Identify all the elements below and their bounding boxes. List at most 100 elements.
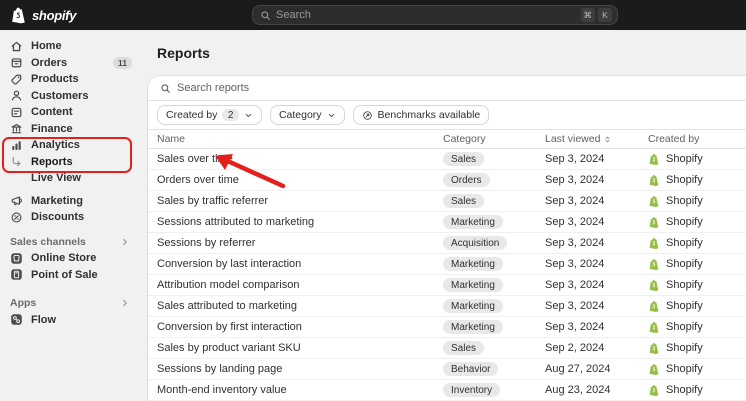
sidebar-item[interactable]: Discounts <box>0 209 140 226</box>
sidebar-item[interactable]: Flow <box>0 312 140 329</box>
report-name[interactable]: Conversion by first interaction <box>157 321 443 333</box>
sidebar-item-label: Live View <box>31 172 81 184</box>
shopify-bag-icon <box>10 6 27 25</box>
sidebar-item[interactable]: Products <box>0 71 140 88</box>
column-name[interactable]: Name <box>157 133 443 145</box>
category-badge: Marketing <box>443 215 503 229</box>
last-viewed-date: Sep 3, 2024 <box>545 195 648 207</box>
sidebar-item[interactable]: Analytics <box>0 137 140 154</box>
table-row[interactable]: Sessions by referrer Acquisition Sep 3, … <box>148 233 746 254</box>
sidebar-item-label: Flow <box>31 314 56 326</box>
sidebar-item[interactable]: Point of Sale <box>0 267 140 284</box>
last-viewed-date: Aug 23, 2024 <box>545 384 648 396</box>
reports-search-bar[interactable] <box>148 76 746 101</box>
point-of-sale-icon <box>10 268 23 281</box>
sidebar-nav-main: Home Orders 11 Products <box>0 38 140 187</box>
column-last-viewed[interactable]: Last viewed <box>545 133 648 145</box>
shopify-bag-green-icon <box>648 279 660 292</box>
global-search-bar[interactable]: ⌘ K <box>252 5 618 25</box>
sidebar-item-label: Reports <box>31 156 73 168</box>
table-row[interactable]: Conversion by first interaction Marketin… <box>148 317 746 338</box>
last-viewed-date: Sep 3, 2024 <box>545 237 648 249</box>
report-name[interactable]: Sessions by referrer <box>157 237 443 249</box>
shopify-bag-green-icon <box>648 363 660 376</box>
global-search-input[interactable] <box>276 9 576 21</box>
benchmarks-available-filter[interactable]: Benchmarks available <box>353 105 490 125</box>
last-viewed-date: Sep 2, 2024 <box>545 342 648 354</box>
category-filter[interactable]: Category <box>270 105 345 125</box>
creator-name: Shopify <box>666 153 703 165</box>
creator-name: Shopify <box>666 363 703 375</box>
reports-search-input[interactable] <box>177 82 742 94</box>
sales-channels-header[interactable]: Sales channels <box>0 234 140 251</box>
apps-header[interactable]: Apps <box>0 295 140 312</box>
app-body: Home Orders 11 Products <box>0 30 746 401</box>
products-icon <box>10 73 23 86</box>
table-body: Sales over time Sales Sep 3, 2024 Shopif… <box>148 149 746 401</box>
sidebar-item[interactable]: Reports <box>0 154 140 171</box>
customers-icon <box>10 89 23 102</box>
report-name[interactable]: Sales attributed to marketing <box>157 300 443 312</box>
last-viewed-date: Sep 3, 2024 <box>545 258 648 270</box>
sidebar-item-label: Customers <box>31 90 88 102</box>
command-key: ⌘ <box>581 8 596 22</box>
sidebar-item[interactable]: Content <box>0 104 140 121</box>
report-name[interactable]: Sales by traffic referrer <box>157 195 443 207</box>
elbow-arrow-icon <box>10 155 23 168</box>
report-name[interactable]: Sales by product variant SKU <box>157 342 443 354</box>
filter-bar: Created by 2 Category <box>148 101 746 130</box>
created-by-cell: Shopify <box>648 300 746 313</box>
report-name[interactable]: Sessions by landing page <box>157 363 443 375</box>
sidebar-item-label: Finance <box>31 123 73 135</box>
k-key: K <box>598 8 612 22</box>
report-name[interactable]: Month-end inventory value <box>157 384 443 396</box>
category-badge: Marketing <box>443 320 503 334</box>
last-viewed-date: Aug 27, 2024 <box>545 363 648 375</box>
sidebar-item[interactable]: Orders 11 <box>0 55 140 72</box>
report-name[interactable]: Sales over time <box>157 153 443 165</box>
sidebar-item[interactable]: Live View <box>0 170 140 187</box>
last-viewed-date: Sep 3, 2024 <box>545 300 648 312</box>
sidebar-item[interactable]: Home <box>0 38 140 55</box>
report-name[interactable]: Orders over time <box>157 174 443 186</box>
category-badge: Acquisition <box>443 236 507 250</box>
online-store-icon <box>10 252 23 265</box>
table-row[interactable]: Sales attributed to marketing Marketing … <box>148 296 746 317</box>
sidebar-item[interactable]: Finance <box>0 121 140 138</box>
shopify-logo[interactable]: shopify <box>10 6 76 25</box>
chevron-down-icon <box>327 111 336 120</box>
table-row[interactable]: Sales by traffic referrer Sales Sep 3, 2… <box>148 191 746 212</box>
sidebar: Home Orders 11 Products <box>0 30 140 401</box>
sidebar-item[interactable]: Marketing <box>0 193 140 210</box>
created-by-cell: Shopify <box>648 237 746 250</box>
table-row[interactable]: Sales over time Sales Sep 3, 2024 Shopif… <box>148 149 746 170</box>
report-name[interactable]: Conversion by last interaction <box>157 258 443 270</box>
report-name[interactable]: Attribution model comparison <box>157 279 443 291</box>
table-row[interactable]: Month-end inventory value Inventory Aug … <box>148 380 746 401</box>
topbar: shopify ⌘ K <box>0 0 746 30</box>
shopify-admin-screen: shopify ⌘ K Home <box>0 0 746 401</box>
created-by-filter[interactable]: Created by 2 <box>157 105 262 125</box>
created-by-cell: Shopify <box>648 279 746 292</box>
apps-list: Flow <box>0 312 140 329</box>
creator-name: Shopify <box>666 195 703 207</box>
sidebar-item[interactable]: Customers <box>0 88 140 105</box>
table-row[interactable]: Sessions by landing page Behavior Aug 27… <box>148 359 746 380</box>
table-row[interactable]: Sessions attributed to marketing Marketi… <box>148 212 746 233</box>
column-created-by[interactable]: Created by <box>648 133 746 145</box>
shopify-bag-green-icon <box>648 195 660 208</box>
table-row[interactable]: Orders over time Orders Sep 3, 2024 Shop… <box>148 170 746 191</box>
created-by-cell: Shopify <box>648 216 746 229</box>
table-row[interactable]: Sales by product variant SKU Sales Sep 2… <box>148 338 746 359</box>
creator-name: Shopify <box>666 321 703 333</box>
report-name[interactable]: Sessions attributed to marketing <box>157 216 443 228</box>
column-category[interactable]: Category <box>443 133 545 145</box>
table-row[interactable]: Conversion by last interaction Marketing… <box>148 254 746 275</box>
sidebar-item-label: Discounts <box>31 211 84 223</box>
shopify-bag-green-icon <box>648 321 660 334</box>
creator-name: Shopify <box>666 384 703 396</box>
sidebar-item[interactable]: Online Store <box>0 250 140 267</box>
chevron-down-icon <box>244 111 253 120</box>
table-row[interactable]: Attribution model comparison Marketing S… <box>148 275 746 296</box>
chevron-right-icon <box>120 237 130 247</box>
